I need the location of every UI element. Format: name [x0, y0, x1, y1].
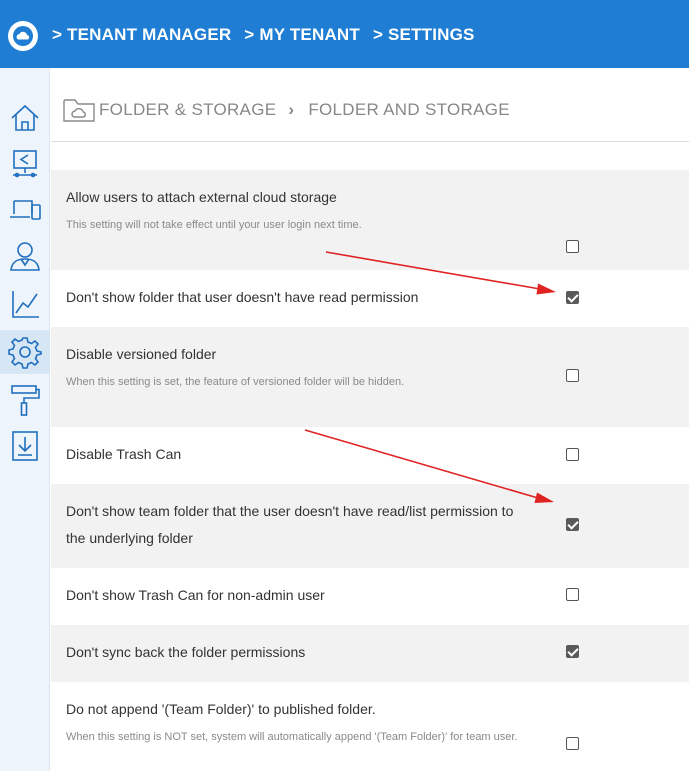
sidebar-item-share[interactable] — [0, 142, 50, 186]
setting-row-hide-no-read-folder: Don't show folder that user doesn't have… — [51, 270, 689, 327]
setting-description: When this setting is set, the feature of… — [66, 376, 405, 388]
home-icon — [11, 104, 39, 131]
app-logo[interactable] — [8, 21, 38, 51]
setting-label: Do not append '(Team Folder)' to publish… — [66, 701, 376, 717]
title-page: FOLDER AND STORAGE — [308, 100, 510, 119]
setting-row-hide-trash-non-admin: Don't show Trash Can for non-admin user — [51, 568, 689, 625]
sidebar-item-settings[interactable] — [0, 330, 50, 374]
sidebar — [0, 68, 50, 771]
sidebar-item-branding[interactable] — [0, 378, 50, 422]
hide-no-read-folder-checkbox[interactable] — [566, 291, 579, 304]
sidebar-item-download[interactable] — [0, 424, 50, 468]
breadcrumb-settings: > SETTINGS — [372, 25, 475, 44]
setting-row-no-team-folder-suffix: Do not append '(Team Folder)' to publish… — [51, 682, 689, 771]
setting-description: When this setting is NOT set, system wil… — [66, 731, 518, 743]
setting-row-no-sync-permissions: Don't sync back the folder permissions — [51, 625, 689, 682]
breadcrumb: > TENANT MANAGER > MY TENANT > SETTINGS — [52, 25, 483, 45]
setting-label: Disable Trash Can — [66, 446, 182, 462]
download-icon — [12, 431, 38, 461]
share-monitor-icon — [13, 150, 37, 178]
no-team-folder-suffix-checkbox[interactable] — [566, 737, 579, 750]
breadcrumb-tenant-manager[interactable]: > TENANT MANAGER — [52, 25, 231, 44]
setting-row-external-storage: Allow users to attach external cloud sto… — [51, 170, 689, 270]
setting-label: Don't show team folder that the user doe… — [66, 503, 514, 546]
sidebar-item-users[interactable] — [0, 234, 50, 278]
paint-roller-icon — [11, 385, 40, 416]
sidebar-item-home[interactable] — [0, 96, 50, 140]
disable-versioned-folder-checkbox[interactable] — [566, 369, 579, 382]
setting-row-disable-trash-can: Disable Trash Can — [51, 427, 689, 484]
setting-row-disable-versioned-folder: Disable versioned folder When this setti… — [51, 327, 689, 427]
sidebar-item-devices[interactable] — [0, 188, 50, 232]
devices-icon — [10, 200, 41, 220]
cloud-folder-icon — [63, 99, 95, 122]
breadcrumb-my-tenant[interactable]: > MY TENANT — [244, 25, 360, 44]
top-header-bar: > TENANT MANAGER > MY TENANT > SETTINGS — [0, 0, 689, 68]
page-title: FOLDER & STORAGE › FOLDER AND STORAGE — [99, 100, 510, 120]
user-icon — [10, 242, 40, 271]
chevron-right-icon: › — [288, 100, 295, 119]
external-storage-checkbox[interactable] — [566, 240, 579, 253]
no-sync-permissions-checkbox[interactable] — [566, 645, 579, 658]
chart-icon — [12, 291, 39, 318]
hide-team-folder-checkbox[interactable] — [566, 518, 579, 531]
setting-row-hide-team-folder: Don't show team folder that the user doe… — [51, 484, 689, 568]
setting-label: Allow users to attach external cloud sto… — [66, 189, 337, 205]
disable-trash-can-checkbox[interactable] — [566, 448, 579, 461]
setting-label: Don't show folder that user doesn't have… — [66, 289, 419, 305]
title-section[interactable]: FOLDER & STORAGE — [99, 100, 276, 119]
setting-label: Disable versioned folder — [66, 346, 217, 362]
gear-icon — [8, 337, 42, 369]
page-title-bar: FOLDER & STORAGE › FOLDER AND STORAGE — [51, 68, 689, 142]
setting-description: This setting will not take effect until … — [66, 219, 362, 231]
cloud-logo-icon — [13, 26, 33, 46]
hide-trash-non-admin-checkbox[interactable] — [566, 588, 579, 601]
setting-label: Don't show Trash Can for non-admin user — [66, 587, 325, 603]
sidebar-item-reports[interactable] — [0, 282, 50, 326]
setting-label: Don't sync back the folder permissions — [66, 644, 306, 660]
